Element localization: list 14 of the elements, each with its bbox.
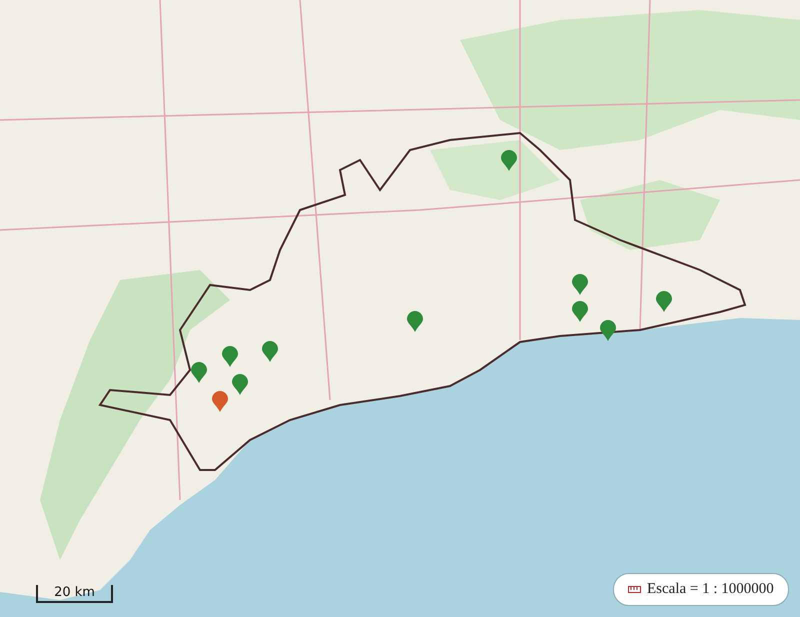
map-pin-icon[interactable] [262,341,278,362]
map-pin-icon[interactable] [572,274,588,295]
map-pin-icon[interactable] [212,391,228,412]
map-pin-icon[interactable] [656,291,672,312]
map-pin-icon[interactable] [222,346,238,367]
scale-text: Escala = 1 : 1000000 [647,581,774,598]
map-pin-icon[interactable] [572,301,588,322]
scale-bar: 20 km [36,585,113,603]
ruler-icon [628,586,641,593]
map-pin-icon[interactable] [407,311,423,332]
map-pin-icon[interactable] [501,150,517,171]
map-pin-icon[interactable] [600,320,616,341]
map-pin-icon[interactable] [232,374,248,395]
map-pin-icon[interactable] [191,362,207,383]
